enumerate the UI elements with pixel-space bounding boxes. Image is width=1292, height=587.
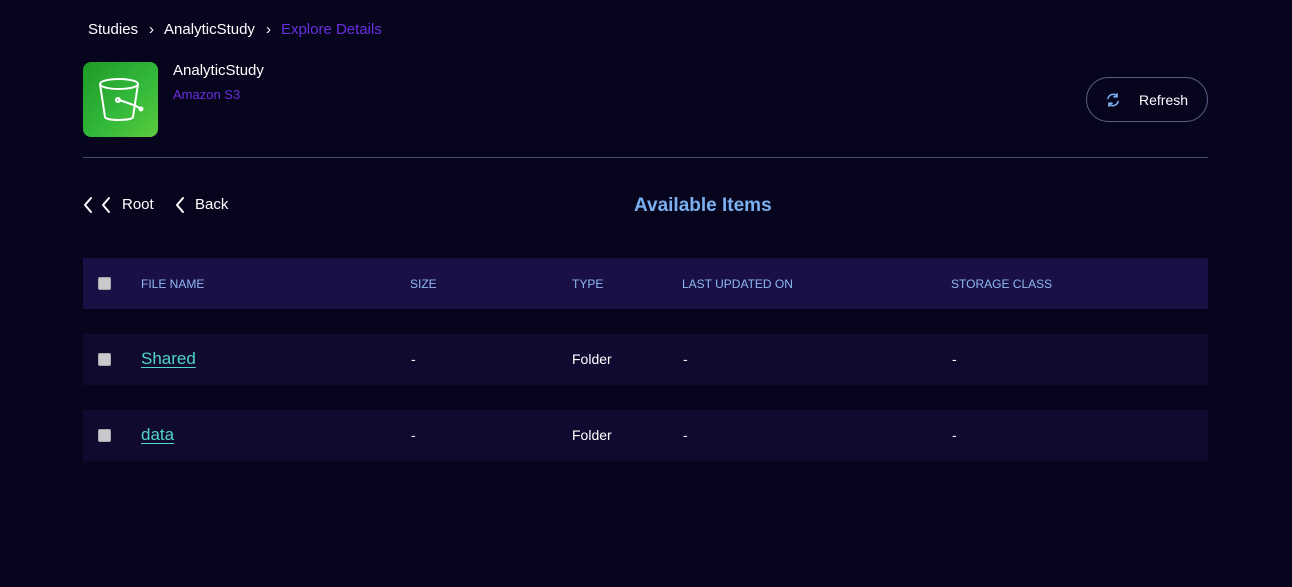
breadcrumb: Studies › AnalyticStudy › Explore Detail…: [88, 20, 382, 40]
breadcrumb-analyticstudy[interactable]: AnalyticStudy: [164, 20, 255, 40]
file-last-updated: -: [683, 427, 688, 443]
column-header-size[interactable]: SIZE: [410, 277, 437, 291]
breadcrumb-separator: ›: [265, 21, 271, 38]
table-row: data - Folder - -: [83, 410, 1208, 461]
file-storage-class: -: [952, 351, 957, 367]
table-header: FILE NAME SIZE TYPE LAST UPDATED ON STOR…: [83, 258, 1208, 309]
file-size: -: [411, 427, 416, 443]
file-storage-class: -: [952, 427, 957, 443]
s3-bucket-icon: [83, 62, 158, 137]
file-last-updated: -: [683, 351, 688, 367]
root-label: Root: [122, 196, 154, 213]
column-header-type[interactable]: TYPE: [572, 277, 603, 291]
row-checkbox[interactable]: [98, 353, 111, 366]
row-checkbox[interactable]: [98, 429, 111, 442]
breadcrumb-explore-details: Explore Details: [280, 21, 382, 38]
study-subtitle: Amazon S3: [173, 87, 241, 102]
file-type: Folder: [572, 427, 612, 443]
root-link[interactable]: Root: [82, 195, 154, 215]
chevron-left-icon: [174, 196, 186, 214]
table-row: Shared - Folder - -: [83, 334, 1208, 385]
breadcrumb-studies[interactable]: Studies: [88, 20, 138, 40]
back-label: Back: [195, 196, 229, 213]
page: Studies › AnalyticStudy › Explore Detail…: [0, 0, 1292, 587]
back-link[interactable]: Back: [174, 195, 228, 215]
file-name-link[interactable]: data: [141, 424, 174, 446]
refresh-icon: [1105, 92, 1121, 108]
file-type: Folder: [572, 351, 612, 367]
column-header-file-name[interactable]: FILE NAME: [141, 277, 204, 291]
double-chevron-left-icon: [82, 196, 114, 214]
study-title: AnalyticStudy: [173, 62, 264, 79]
refresh-button[interactable]: Refresh: [1086, 77, 1208, 122]
column-header-storage-class[interactable]: STORAGE CLASS: [951, 277, 1052, 291]
refresh-button-label: Refresh: [1139, 91, 1189, 108]
section-title: Available Items: [634, 195, 772, 216]
file-size: -: [411, 351, 416, 367]
column-header-last-updated[interactable]: LAST UPDATED ON: [682, 277, 793, 291]
header-divider: [83, 157, 1208, 158]
file-name-link[interactable]: Shared: [141, 348, 196, 370]
select-all-checkbox[interactable]: [98, 277, 111, 290]
breadcrumb-separator: ›: [149, 21, 155, 38]
